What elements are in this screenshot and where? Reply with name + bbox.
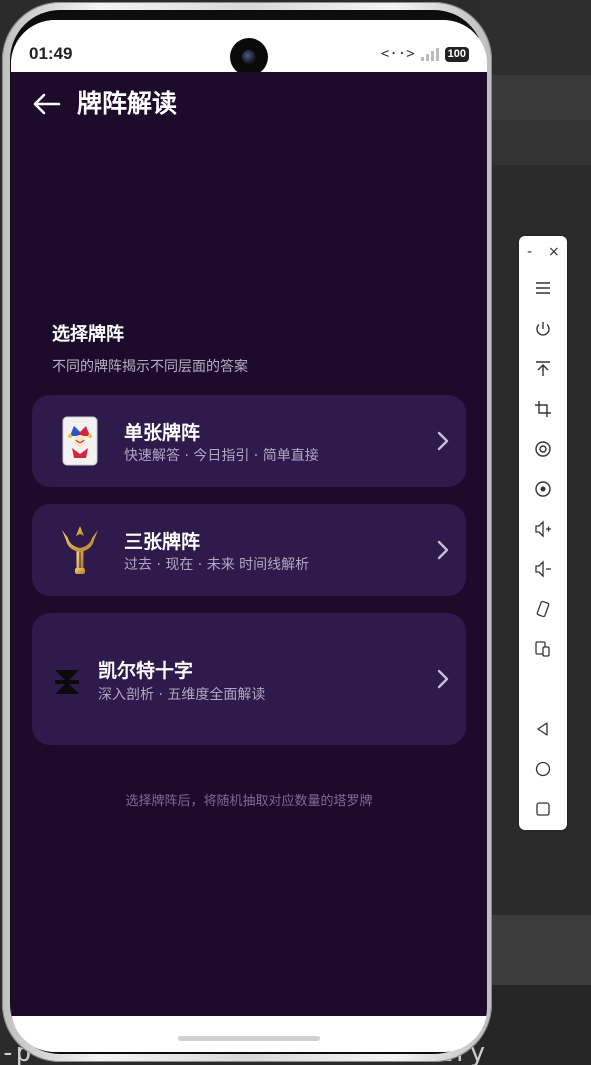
spread-card-title: 凯尔特十字 <box>98 660 194 682</box>
spread-card-description: 过去 · 现在 · 未来 时间线解析 <box>124 557 310 573</box>
rotate-icon[interactable] <box>531 597 555 621</box>
back-arrow-icon[interactable] <box>29 86 65 122</box>
desktop-panel <box>480 120 591 165</box>
desktop-panel <box>480 75 591 120</box>
screenshot-icon[interactable] <box>531 437 555 461</box>
menu-icon[interactable] <box>531 276 555 300</box>
home-indicator[interactable] <box>178 1036 320 1041</box>
app-header: 牌阵解读 <box>11 72 487 136</box>
status-icons: <··> 100 <box>381 46 469 62</box>
home-icon[interactable] <box>531 757 555 781</box>
footer-hint: 选择牌阵后，将随机抽取对应数量的塔罗牌 <box>125 794 373 809</box>
chevron-right-icon <box>437 431 449 451</box>
spread-card-celtic-cross[interactable]: 凯尔特十字 深入剖析 · 五维度全面解读 <box>32 613 466 745</box>
close-button[interactable]: × <box>548 242 560 262</box>
phone-screen: 01:49 <··> 100 牌阵解读 选择牌阵 不同的牌阵揭示不同层面的答案 <box>11 20 487 1052</box>
spread-card-title: 三张牌阵 <box>124 531 201 553</box>
status-time: 01:49 <box>29 44 73 63</box>
celtic-cross-icon <box>55 670 79 694</box>
network-indicator-icon: <··> <box>380 46 415 62</box>
back-icon[interactable] <box>531 717 555 741</box>
section-subtitle: 不同的牌阵揭示不同层面的答案 <box>52 359 248 375</box>
desktop-background <box>480 0 591 75</box>
page-title: 牌阵解读 <box>77 89 178 118</box>
emulator-toolbar: - × <box>519 236 567 830</box>
multi-device-icon[interactable] <box>531 637 555 661</box>
pin-top-icon[interactable] <box>531 357 555 381</box>
battery-icon: 100 <box>444 46 469 62</box>
navigation-bar <box>11 1016 487 1052</box>
chevron-right-icon <box>437 669 449 689</box>
spread-card-three[interactable]: 三张牌阵 过去 · 现在 · 未来 时间线解析 <box>32 504 466 596</box>
recents-icon[interactable] <box>531 797 555 821</box>
minimize-button[interactable]: - <box>527 242 532 262</box>
toolbar-window-controls: - × <box>519 242 567 262</box>
spread-card-title: 单张牌阵 <box>124 422 201 444</box>
trident-icon <box>62 526 98 574</box>
status-bar: 01:49 <··> 100 <box>11 20 487 76</box>
volume-up-icon[interactable] <box>531 517 555 541</box>
app-content: 牌阵解读 选择牌阵 不同的牌阵揭示不同层面的答案 单张牌阵 快速解答 · 今日指… <box>11 72 487 1016</box>
joker-card-icon <box>62 416 98 466</box>
section-title: 选择牌阵 <box>52 324 124 345</box>
spread-card-description: 快速解答 · 今日指引 · 简单直接 <box>124 448 319 464</box>
screen-record-icon[interactable] <box>531 477 555 501</box>
spread-card-single[interactable]: 单张牌阵 快速解答 · 今日指引 · 简单直接 <box>32 395 466 487</box>
front-camera <box>230 38 268 76</box>
volume-down-icon[interactable] <box>531 557 555 581</box>
desktop-panel <box>480 915 591 985</box>
spread-card-description: 深入剖析 · 五维度全面解读 <box>98 687 266 703</box>
power-icon[interactable] <box>531 317 555 341</box>
crop-icon[interactable] <box>531 397 555 421</box>
signal-icon <box>420 47 439 61</box>
chevron-right-icon <box>437 540 449 560</box>
